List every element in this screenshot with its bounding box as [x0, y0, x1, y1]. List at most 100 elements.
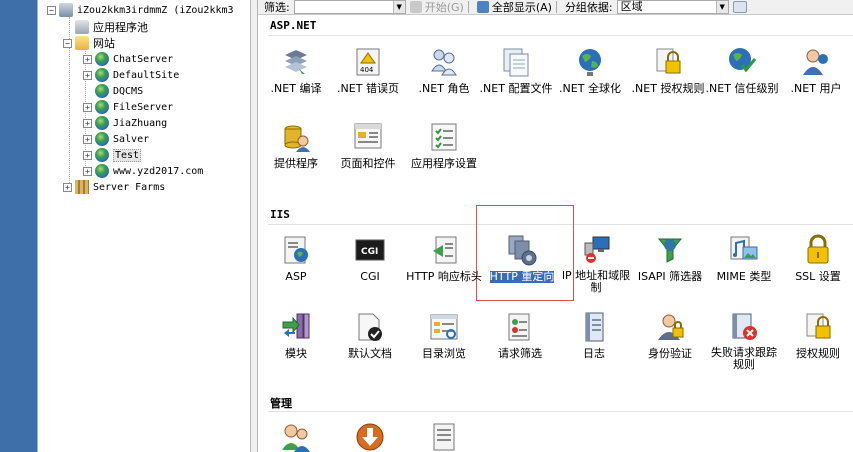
feature-label: IP 地址和域限制 [561, 269, 631, 294]
trust-level-check-icon [725, 45, 759, 79]
start-icon [409, 1, 422, 13]
expand-toggle[interactable]: + [83, 54, 92, 64]
modules-icon [279, 310, 313, 344]
authentication-icon [653, 310, 687, 344]
tree-node-site[interactable]: + www.yzd2017.com [83, 163, 203, 179]
collapse-toggle[interactable]: − [47, 5, 56, 15]
pane-splitter[interactable] [250, 0, 258, 452]
feature-providers[interactable]: 提供程序 [258, 120, 334, 170]
feature-net-compilation[interactable]: .NET 编译 [258, 45, 334, 95]
tree-node-app-pools[interactable]: 应用程序池 [63, 19, 148, 35]
feature-request-filtering[interactable]: 请求筛选 [482, 310, 558, 360]
left-strip-border [37, 0, 45, 452]
start-filter-button[interactable]: 开始(G) [409, 0, 464, 15]
filter-input[interactable]: ▼ [293, 0, 406, 14]
expand-toggle[interactable]: + [83, 134, 92, 144]
feature-label: HTTP 响应标头 [406, 270, 482, 283]
show-all-button[interactable]: 全部显示(A) [476, 0, 552, 15]
feature-logging[interactable]: 日志 [556, 310, 632, 360]
tree-node-label: Server Farms [93, 181, 166, 193]
globe-icon [95, 68, 109, 82]
feature-net-trust-levels[interactable]: .NET 信任级别 [704, 45, 780, 95]
feature-label: .NET 错误页 [337, 82, 399, 95]
feature-net-authorization-rules[interactable]: .NET 授权规则 [630, 45, 706, 95]
tree-node-site[interactable]: + ChatServer [83, 51, 173, 67]
feature-label: 应用程序设置 [411, 157, 477, 170]
failed-request-tracing-icon [727, 310, 761, 344]
group-title-management: 管理 [270, 397, 292, 410]
feature-mime-types[interactable]: MIME 类型 [706, 233, 782, 283]
tree-node-site[interactable]: + Salver [83, 131, 149, 147]
expand-toggle[interactable]: + [83, 70, 92, 80]
feature-http-redirect[interactable]: HTTP 重定向 [484, 233, 560, 283]
feature-authorization-rules[interactable]: 授权规则 [780, 310, 853, 360]
group-by-value: 区域 [620, 0, 643, 13]
feature-cgi[interactable]: CGI CGI [332, 233, 408, 283]
dropdown-arrow-icon[interactable]: ▼ [715, 1, 728, 13]
feature-directory-browsing[interactable]: 目录浏览 [406, 310, 482, 360]
feature-label: 模块 [285, 347, 307, 360]
left-accent-strip [0, 0, 38, 452]
feature-application-settings[interactable]: 应用程序设置 [406, 120, 482, 170]
group-by-select[interactable]: 区域 ▼ [616, 0, 729, 14]
expand-toggle[interactable]: + [63, 182, 72, 192]
feature-label: 身份验证 [648, 347, 692, 360]
app-settings-icon [427, 120, 461, 154]
show-all-icon [476, 1, 489, 13]
group-divider [268, 411, 853, 412]
feature-modules[interactable]: 模块 [258, 310, 334, 360]
feature-asp[interactable]: ASP [258, 233, 334, 283]
feature-label: .NET 角色 [418, 82, 470, 95]
expand-toggle[interactable]: + [83, 166, 92, 176]
feature-authentication[interactable]: 身份验证 [632, 310, 708, 360]
ip-restrictions-icon [579, 233, 613, 267]
expand-toggle[interactable]: + [83, 102, 92, 112]
tree-node-server-farms[interactable]: + Server Farms [63, 179, 165, 195]
roles-icon [427, 45, 461, 79]
feature-ip-domain-restrictions[interactable]: IP 地址和域限制 [558, 233, 634, 294]
pages-controls-icon [351, 120, 385, 154]
tree-node-label: JiaZhuang [113, 117, 168, 129]
feature-net-profile[interactable]: .NET 配置文件 [478, 45, 554, 95]
tree-node-server[interactable]: − iZou2kkm3irdmmZ (iZou2kkm3 [47, 2, 234, 18]
cgi-icon: CGI [353, 233, 387, 267]
toolbar-separator [555, 1, 557, 13]
feature-failed-request-tracing[interactable]: 失败请求跟踪规则 [706, 310, 782, 371]
features-view: ASP.NET .NET 编译 404 .NET 错误页 .NET 角色 .NE… [258, 15, 853, 452]
globe-icon [95, 52, 109, 66]
feature-net-roles[interactable]: .NET 角色 [406, 45, 482, 95]
feature-label: MIME 类型 [716, 270, 772, 283]
feature-net-error-pages[interactable]: 404 .NET 错误页 [330, 45, 406, 95]
feature-label: .NET 用户 [790, 82, 842, 95]
feature-management-delegation[interactable] [258, 420, 334, 452]
feature-http-response-headers[interactable]: HTTP 响应标头 [406, 233, 482, 283]
users-icon [799, 45, 833, 79]
tree-node-site[interactable]: + FileServer [83, 99, 173, 115]
dropdown-arrow-icon[interactable]: ▼ [392, 1, 405, 13]
feature-ssl-settings[interactable]: SSL 设置 [780, 233, 853, 283]
feature-default-document[interactable]: 默认文档 [332, 310, 408, 360]
feature-label: .NET 配置文件 [479, 82, 553, 95]
expand-toggle[interactable]: + [83, 118, 92, 128]
feature-net-globalization[interactable]: .NET 全球化 [552, 45, 628, 95]
request-filtering-icon [503, 310, 537, 344]
feature-label: CGI [360, 270, 380, 283]
tree-node-site-selected[interactable]: + Test [83, 147, 142, 163]
feature-isapi-filters[interactable]: ISAPI 筛选器 [632, 233, 708, 283]
feature-management-config-editor[interactable] [406, 420, 482, 452]
view-toggle-icon[interactable] [732, 1, 747, 13]
feature-management-deploy[interactable] [332, 420, 408, 452]
asp-icon [279, 233, 313, 267]
tree-node-sites[interactable]: − 网站 [63, 35, 115, 51]
globe-icon [95, 116, 109, 130]
collapse-toggle[interactable]: − [63, 38, 72, 48]
connections-tree[interactable]: − iZou2kkm3irdmmZ (iZou2kkm3 应用程序池 − 网站 … [45, 0, 250, 452]
feature-label: 提供程序 [274, 157, 318, 170]
expand-toggle[interactable]: + [83, 150, 92, 160]
tree-node-site[interactable]: + JiaZhuang [83, 115, 167, 131]
feature-net-users[interactable]: .NET 用户 [778, 45, 853, 95]
feature-label: 请求筛选 [498, 347, 542, 360]
tree-node-site[interactable]: DQCMS [83, 83, 143, 99]
tree-node-site[interactable]: + DefaultSite [83, 67, 179, 83]
feature-pages-and-controls[interactable]: 页面和控件 [330, 120, 406, 170]
